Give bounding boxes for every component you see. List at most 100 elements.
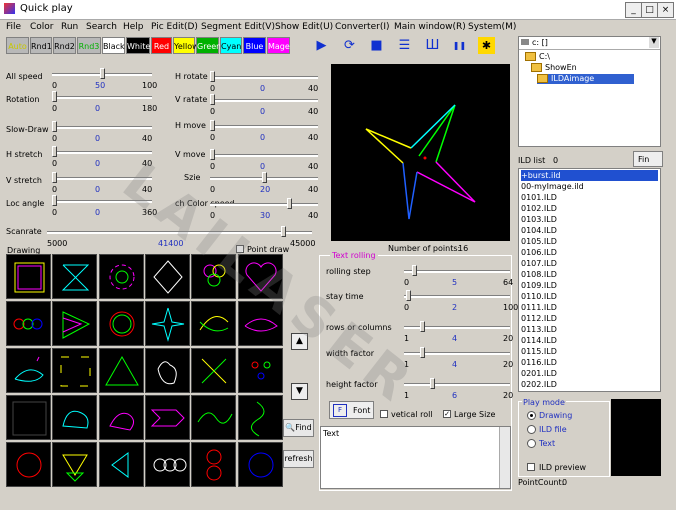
left-loc-angle-track[interactable] — [52, 200, 152, 203]
menu-system-m[interactable]: System(M) — [468, 22, 516, 32]
ild-list-item[interactable]: 0102.ILD — [521, 203, 658, 214]
left-rotation-thumb[interactable] — [52, 91, 57, 102]
menu-search[interactable]: Search — [86, 22, 117, 32]
loop-icon[interactable]: ⟳ — [341, 37, 358, 54]
left-v-stretch-thumb[interactable] — [52, 172, 57, 183]
color-cyan-button[interactable]: Cyan — [220, 37, 242, 54]
play-mode-radio[interactable] — [527, 425, 536, 434]
color-yellow-button[interactable]: Yellow — [173, 37, 199, 54]
folder-item[interactable]: ILDAimage — [537, 74, 635, 84]
drawing-thumbnail[interactable] — [144, 348, 190, 393]
right-v-move-thumb[interactable] — [210, 149, 215, 160]
left-h-stretch-track[interactable] — [52, 151, 152, 154]
right-ch-color-speed-thumb[interactable] — [287, 198, 292, 209]
left-h-stretch-thumb[interactable] — [52, 146, 57, 157]
scanrate-scanrate-thumb[interactable] — [281, 226, 286, 237]
drawing-thumbnail[interactable] — [98, 301, 144, 346]
drawing-thumbnail[interactable] — [98, 348, 144, 393]
drawing-thumbnail[interactable] — [6, 301, 51, 346]
scanrate-scanrate-track[interactable] — [47, 231, 312, 234]
menu-segment-edit-v[interactable]: Segment Edit(V) — [201, 22, 275, 32]
ild-list-item[interactable]: +burst.ild — [521, 170, 658, 181]
drawing-thumbnail[interactable] — [144, 301, 190, 346]
color-red-button[interactable]: Red — [151, 37, 172, 54]
color-rnd1-button[interactable]: Rnd1 — [30, 37, 52, 54]
list-icon[interactable]: ☰ — [396, 37, 413, 54]
pause-icon[interactable]: ❚❚ — [451, 37, 468, 54]
ild-list-item[interactable]: 0110.ILD — [521, 291, 658, 302]
left-loc-angle-thumb[interactable] — [52, 195, 57, 206]
right-h-move-track[interactable] — [210, 125, 318, 128]
scroll-up-button[interactable]: ▲ — [291, 333, 308, 350]
drawing-thumbnail[interactable] — [6, 348, 51, 393]
drawing-thumbnail[interactable] — [52, 254, 98, 299]
drawing-thumbnail[interactable] — [237, 301, 283, 346]
ild-list-item[interactable]: 0109.ILD — [521, 280, 658, 291]
settings-icon[interactable]: ✱ — [478, 37, 495, 54]
tr-width-factor-thumb[interactable] — [420, 347, 425, 358]
drawing-thumbnail[interactable] — [237, 442, 283, 487]
color-white-button[interactable]: White — [126, 37, 150, 54]
ild-list-item[interactable]: 0105.ILD — [521, 236, 658, 247]
left-rotation-track[interactable] — [52, 96, 152, 99]
vertical-roll-checkbox[interactable] — [380, 410, 388, 418]
play-icon[interactable]: ▶ — [313, 37, 330, 54]
drawing-thumbnail[interactable] — [6, 254, 51, 299]
right-h-rotate-thumb[interactable] — [210, 71, 215, 82]
drawing-thumbnail[interactable] — [237, 395, 283, 440]
drawing-thumbnail[interactable] — [98, 254, 144, 299]
ild-preview-checkbox[interactable] — [527, 463, 535, 471]
right-v-ratate-thumb[interactable] — [210, 94, 215, 105]
left-slow-draw-track[interactable] — [52, 126, 152, 129]
tr-height-factor-track[interactable] — [404, 383, 510, 386]
stop-icon[interactable]: ■ — [368, 37, 385, 54]
color-rnd2-button[interactable]: Rnd2 — [53, 37, 76, 54]
menu-main-window-r[interactable]: Main window(R) — [394, 22, 466, 32]
right-v-move-track[interactable] — [210, 154, 318, 157]
ild-list-item[interactable]: 0116.ILD — [521, 357, 658, 368]
color-green-button[interactable]: Green — [196, 37, 221, 54]
left-all-speed-thumb[interactable] — [100, 68, 105, 79]
tr-stay-time-track[interactable] — [404, 295, 510, 298]
ild-list-item[interactable]: 00-myImage.ild — [521, 181, 658, 192]
drawing-thumbnail[interactable] — [52, 395, 98, 440]
find-button[interactable]: 🔍Find — [283, 419, 314, 437]
color-auto-button[interactable]: Auto — [6, 37, 29, 54]
menu-pic-edit-d[interactable]: Pic Edit(D) — [151, 22, 198, 32]
scroll-down-button[interactable]: ▼ — [291, 383, 308, 400]
ild-list-item[interactable]: 0108.ILD — [521, 269, 658, 280]
left-v-stretch-track[interactable] — [52, 177, 152, 180]
close-button[interactable]: × — [657, 2, 674, 18]
tr-rows-or-columns-thumb[interactable] — [420, 321, 425, 332]
menu-run[interactable]: Run — [61, 22, 78, 32]
text-input[interactable]: Text — [320, 426, 511, 489]
right-h-rotate-track[interactable] — [210, 76, 318, 79]
ild-list-item[interactable]: 0106.ILD — [521, 247, 658, 258]
large-size-checkbox[interactable]: ✓ — [443, 410, 451, 418]
folder-item[interactable]: C:\ — [525, 52, 550, 62]
left-slow-draw-thumb[interactable] — [52, 121, 57, 132]
drawing-thumbnail[interactable] — [191, 348, 237, 393]
ild-file-list[interactable]: +burst.ild 00-myImage.ild 0101.ILD 0102.ILD… — [518, 168, 661, 392]
tr-rolling-step-thumb[interactable] — [412, 265, 417, 276]
ild-list-item[interactable]: 0103.ILD — [521, 214, 658, 225]
drawing-thumbnail[interactable] — [144, 395, 190, 440]
tr-stay-time-thumb[interactable] — [406, 290, 411, 301]
ild-list-item[interactable]: 0104.ILD — [521, 225, 658, 236]
drawing-thumbnail[interactable] — [191, 254, 237, 299]
wave-icon[interactable]: Ш — [424, 37, 441, 54]
drawing-thumbnail[interactable] — [52, 348, 98, 393]
drive-select[interactable]: c: [] ▼ — [519, 37, 660, 50]
point-draw-checkbox[interactable] — [236, 245, 244, 253]
color-mage-button[interactable]: Mage — [267, 37, 290, 54]
menu-file[interactable]: File — [6, 22, 21, 32]
drawing-thumbnail[interactable] — [144, 442, 190, 487]
drawing-thumbnail[interactable] — [191, 301, 237, 346]
drawing-thumbnail[interactable] — [144, 254, 190, 299]
drawing-thumbnail[interactable] — [191, 442, 237, 487]
ild-list-item[interactable]: 0201.ILD — [521, 368, 658, 379]
font-button[interactable]: F Font — [329, 401, 374, 419]
ild-list-item[interactable]: 0112.ILD — [521, 313, 658, 324]
color-black-button[interactable]: Black — [102, 37, 125, 54]
drawing-thumbnail[interactable] — [52, 301, 98, 346]
